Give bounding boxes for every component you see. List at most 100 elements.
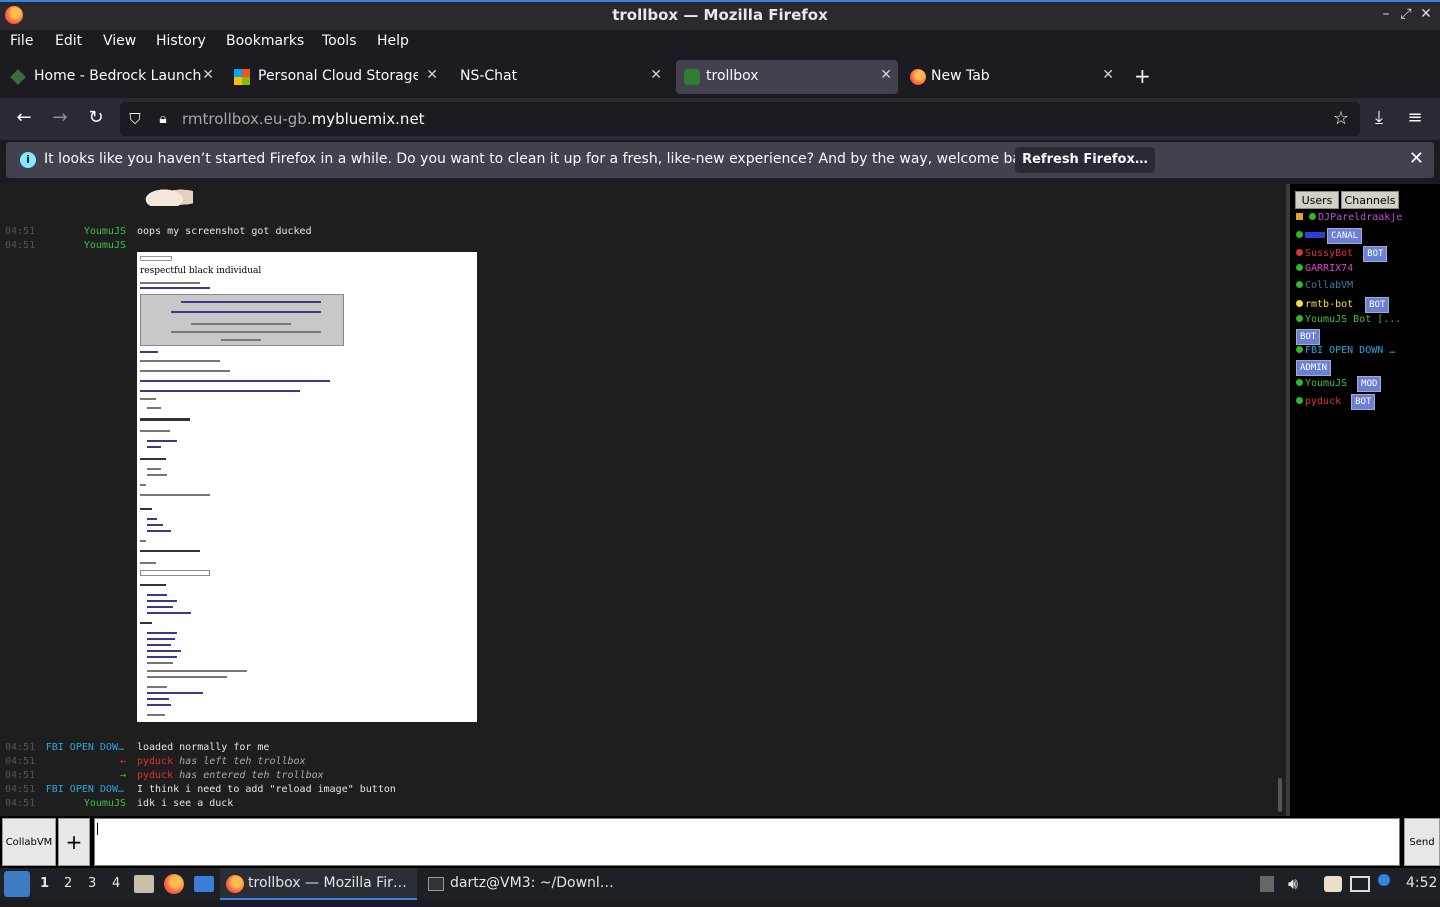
screenshot-heading: respectful black individual bbox=[140, 266, 262, 276]
clock[interactable]: 4:52 bbox=[1406, 875, 1437, 907]
previous-image-fragment bbox=[145, 184, 193, 206]
tab-close-icon[interactable]: ✕ bbox=[650, 67, 662, 83]
close-icon[interactable]: ✕ bbox=[1417, 6, 1435, 22]
menu-tools[interactable]: Tools bbox=[322, 33, 357, 49]
user-item[interactable]: rmtb-bot BOT bbox=[1296, 297, 1390, 313]
menu-bookmarks[interactable]: Bookmarks bbox=[226, 33, 304, 49]
close-icon[interactable]: ✕ bbox=[1409, 148, 1424, 169]
user-item[interactable]: DJPareldraakje bbox=[1296, 212, 1402, 226]
tab-close-icon[interactable]: ✕ bbox=[202, 67, 214, 83]
user-item[interactable]: GARRIX74 bbox=[1296, 263, 1353, 277]
maximize-icon[interactable]: ⤢ bbox=[1397, 6, 1415, 22]
chat-message: 04:51 YoumuJS oops my screenshot got duc… bbox=[5, 226, 312, 237]
status-dot bbox=[1309, 213, 1317, 220]
chat-nick[interactable]: YoumuJS bbox=[6, 240, 126, 251]
menu-edit[interactable]: Edit bbox=[55, 33, 82, 49]
tab-new-tab[interactable]: New Tab ✕ bbox=[902, 60, 1120, 94]
notification-icon[interactable] bbox=[1378, 874, 1390, 886]
chat-text: pyduck has entered teh trollbox bbox=[137, 770, 324, 781]
right-arrow-icon: → bbox=[119, 770, 126, 781]
user-item[interactable]: YoumuJS MOD bbox=[1296, 376, 1382, 392]
chat-nick[interactable]: FBI OPEN DOW… bbox=[6, 742, 124, 753]
network-icon[interactable] bbox=[1350, 876, 1370, 892]
user-item[interactable]: YoumuJS Bot [... bbox=[1296, 314, 1401, 328]
desktop-icon[interactable] bbox=[194, 876, 214, 892]
minimize-icon[interactable]: – bbox=[1377, 6, 1395, 22]
tab-users[interactable]: Users bbox=[1295, 191, 1339, 209]
workspace-1[interactable]: 1 bbox=[40, 876, 49, 891]
menu-hamburger-icon[interactable]: ≡ bbox=[1404, 107, 1426, 129]
user-item[interactable]: pyduck BOT bbox=[1296, 394, 1376, 410]
message-input[interactable] bbox=[94, 818, 1400, 866]
status-dot bbox=[1296, 315, 1303, 322]
status-dot bbox=[1296, 264, 1303, 271]
chat-message: 04:51 FBI OPEN DOW… loaded normally for … bbox=[5, 742, 270, 753]
taskbar: 1 2 3 4 trollbox — Mozilla Fir… dartz@VM… bbox=[0, 868, 1440, 900]
user-badge: BOT bbox=[1351, 394, 1376, 410]
tab-ns-chat[interactable]: NS-Chat ✕ bbox=[450, 60, 668, 94]
refresh-firefox-button[interactable]: Refresh Firefox… bbox=[1015, 147, 1155, 173]
chat-nick[interactable]: YoumuJS bbox=[6, 798, 126, 809]
menu-view[interactable]: View bbox=[103, 33, 136, 49]
send-button[interactable]: Send bbox=[1404, 818, 1440, 866]
forward-icon[interactable]: → bbox=[49, 107, 71, 129]
clipboard-icon[interactable] bbox=[1324, 876, 1342, 892]
status-dot bbox=[1296, 346, 1303, 353]
firefox-launcher-icon[interactable] bbox=[164, 874, 184, 894]
new-tab-button[interactable]: + bbox=[1134, 64, 1151, 88]
user-item[interactable]: CANAL bbox=[1296, 228, 1363, 244]
crown-icon bbox=[1296, 213, 1303, 220]
workspace-2[interactable]: 2 bbox=[64, 876, 72, 891]
user-item[interactable]: FBI OPEN DOWN … bbox=[1296, 345, 1395, 359]
notification-message: It looks like you haven’t started Firefo… bbox=[44, 151, 1043, 167]
shared-screenshot-image[interactable]: respectful black individual bbox=[137, 252, 477, 722]
tab-trollbox[interactable]: trollbox ✕ bbox=[676, 60, 898, 94]
url-bar[interactable]: ⛉ 🔒︎ rmtrollbox.eu-gb.mybluemix.net ☆ bbox=[120, 102, 1360, 136]
lock-icon[interactable]: 🔒︎ bbox=[152, 108, 174, 130]
task-terminal[interactable]: dartz@VM3: ~/Downl… bbox=[422, 868, 618, 900]
add-button[interactable]: + bbox=[58, 818, 90, 866]
bookmark-star-icon[interactable]: ☆ bbox=[1330, 108, 1352, 130]
tab-close-icon[interactable]: ✕ bbox=[1102, 67, 1114, 83]
chat-nick[interactable]: YoumuJS bbox=[6, 226, 126, 237]
reload-icon[interactable]: ↻ bbox=[85, 107, 107, 129]
task-firefox[interactable]: trollbox — Mozilla Fir… bbox=[220, 868, 417, 900]
tab-close-icon[interactable]: ✕ bbox=[880, 67, 892, 83]
username-button[interactable]: CollabVM bbox=[2, 818, 56, 866]
workspace-4[interactable]: 4 bbox=[112, 876, 120, 891]
tab-bedrock[interactable]: Home - Bedrock Launche ✕ bbox=[2, 60, 220, 94]
trollbox-icon bbox=[684, 69, 700, 85]
windows-icon bbox=[234, 69, 250, 85]
status-dot bbox=[1296, 249, 1303, 256]
back-icon[interactable]: ← bbox=[13, 107, 35, 129]
tab-channels[interactable]: Channels bbox=[1341, 191, 1399, 209]
menubar: File Edit View History Bookmarks Tools H… bbox=[0, 30, 1440, 56]
shield-icon[interactable]: ⛉ bbox=[124, 108, 146, 130]
url-text[interactable]: rmtrollbox.eu-gb.mybluemix.net bbox=[182, 110, 425, 128]
window-titlebar: trollbox — Mozilla Firefox – ⤢ ✕ bbox=[0, 0, 1440, 30]
volume-icon[interactable]: 🔊︎ bbox=[1288, 874, 1298, 906]
menu-help[interactable]: Help bbox=[377, 33, 409, 49]
chat-log[interactable]: 04:51 YoumuJS oops my screenshot got duc… bbox=[0, 184, 1286, 816]
text-cursor bbox=[97, 823, 98, 835]
chat-scrollbar[interactable] bbox=[1278, 778, 1282, 812]
workspace-3[interactable]: 3 bbox=[88, 876, 96, 891]
user-item[interactable]: CollabVM bbox=[1296, 280, 1353, 294]
file-manager-icon[interactable] bbox=[134, 875, 154, 893]
downloads-icon[interactable]: ⤓ bbox=[1368, 107, 1390, 129]
start-menu-icon[interactable] bbox=[4, 871, 30, 897]
tab-close-icon[interactable]: ✕ bbox=[426, 67, 438, 83]
user-badge: BOT bbox=[1296, 329, 1321, 345]
status-dot bbox=[1296, 281, 1303, 288]
menu-history[interactable]: History bbox=[156, 33, 206, 49]
menu-file[interactable]: File bbox=[10, 33, 33, 49]
user-list-panel: Users Channels DJPareldraakje CANAL Suss… bbox=[1290, 184, 1440, 816]
user-item[interactable]: SussyBot BOT bbox=[1296, 246, 1388, 262]
tab-cloud-storage[interactable]: Personal Cloud Storage - ✕ bbox=[226, 60, 444, 94]
window-title: trollbox — Mozilla Firefox bbox=[612, 6, 828, 24]
chat-text: pyduck has left teh trollbox bbox=[137, 756, 306, 767]
tray-eject-icon[interactable] bbox=[1260, 876, 1274, 892]
refresh-notification-bar: i It looks like you haven’t started Fire… bbox=[6, 142, 1434, 178]
user-badge: ADMIN bbox=[1296, 360, 1332, 376]
chat-nick[interactable]: FBI OPEN DOW… bbox=[6, 784, 124, 795]
